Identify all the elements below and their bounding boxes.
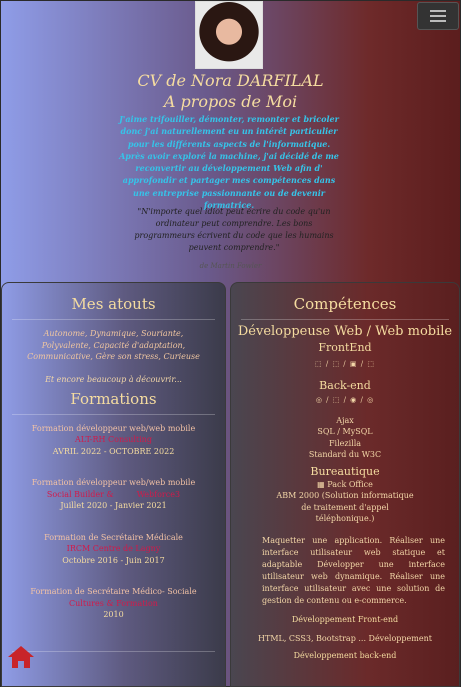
competences-title: Compétences bbox=[293, 295, 397, 313]
formation-org[interactable]: Social Builder & bbox=[47, 490, 114, 499]
formation-date: Octobre 2016 - Juin 2017 bbox=[62, 555, 165, 565]
hamburger-line bbox=[430, 15, 446, 17]
frontend-icons: ⬚ / ⬚ / ▣ / ⬚ bbox=[315, 359, 375, 368]
divider bbox=[241, 319, 449, 320]
formation-item: Formation de Secrétaire Médicale IRCM Ce… bbox=[2, 532, 225, 567]
about-text: J'aime trifouiller, démonter, remonter e… bbox=[119, 114, 339, 211]
formation-org[interactable]: ALT-RH Consulting bbox=[2, 434, 225, 446]
formation-item: Formation développeur web/web mobile ALT… bbox=[2, 423, 225, 458]
skills-block: Développeuse Web / Web mobile FrontEnd ⬚… bbox=[231, 324, 459, 525]
title-line2: A propos de Moi bbox=[163, 92, 298, 111]
backend-icons: ◎ / ⬚ / ◉ / ◎ bbox=[315, 396, 375, 404]
atouts-title: Mes atouts bbox=[71, 295, 156, 313]
quote-text: "N'importe quel idiot peut écrire du cod… bbox=[134, 207, 334, 252]
hamburger-line bbox=[430, 20, 446, 22]
formation-org-2[interactable]: Webforce3 bbox=[137, 490, 180, 499]
atouts-text: Autonome, Dynamique, Souriante, Polyvale… bbox=[27, 329, 200, 361]
formation-date: AVRIL 2022 - OCTOBRE 2022 bbox=[52, 446, 175, 456]
title-line1: CV de Nora DARFILAL bbox=[137, 71, 324, 90]
dev-title: Développeuse Web / Web mobile bbox=[237, 324, 453, 339]
profile-photo bbox=[195, 1, 263, 69]
frontend-title: FrontEnd bbox=[318, 340, 372, 354]
formation-item: Formation développeur web/web mobile Soc… bbox=[2, 477, 225, 512]
bureautique-item: ▦ Pack Office bbox=[317, 479, 373, 489]
backend-item: Filezilla bbox=[328, 438, 362, 448]
skills-description: Maquetter une application. Réaliser une … bbox=[262, 535, 445, 605]
divider bbox=[12, 319, 215, 320]
formation-title: Formation développeur web/web mobile bbox=[31, 423, 196, 433]
formation-title: Formation de Secrétaire Médico- Sociale bbox=[30, 587, 197, 596]
backend-title: Back-end bbox=[319, 379, 371, 392]
formation-title: Formation développeur web/web mobile bbox=[31, 478, 196, 487]
formations-title: Formations bbox=[70, 389, 157, 408]
formation-date: Juillet 2020 - Janvier 2021 bbox=[60, 501, 167, 510]
frontend-stack: HTML, CSS3, Bootstrap ... Développement bbox=[258, 633, 432, 643]
left-panel: Mes atouts Autonome, Dynamique, Souriant… bbox=[1, 282, 226, 687]
bureautique-item: ABM 2000 (Solution informatique de trait… bbox=[276, 491, 414, 523]
backend-dev-title: Développement back-end bbox=[293, 650, 397, 660]
formation-item: Formation de Secrétaire Médico- Sociale … bbox=[2, 586, 225, 621]
bureautique-title: Bureautique bbox=[310, 464, 380, 478]
formation-org[interactable]: Cultures & Formation bbox=[2, 598, 225, 610]
divider bbox=[12, 650, 215, 652]
formation-date: 2010 bbox=[103, 610, 124, 619]
backend-item: Standard du W3C bbox=[308, 450, 382, 459]
right-panel: Compétences Développeuse Web / Web mobil… bbox=[230, 282, 460, 687]
backend-item: Ajax bbox=[336, 415, 354, 425]
hamburger-line bbox=[430, 10, 446, 12]
quote-author: de Martin Fowler bbox=[199, 262, 262, 270]
home-icon[interactable] bbox=[7, 645, 35, 669]
page-title: CV de Nora DARFILAL A propos de Moi bbox=[0, 70, 461, 112]
menu-button[interactable] bbox=[417, 2, 459, 30]
divider bbox=[12, 413, 215, 415]
frontend-dev-title: Développement Front-end bbox=[291, 614, 399, 624]
backend-item: SQL / MySQL bbox=[317, 427, 373, 436]
formation-title: Formation de Secrétaire Médicale bbox=[44, 532, 183, 542]
formation-org[interactable]: IRCM Centre de Lagny bbox=[2, 543, 225, 555]
atouts-more: Et encore beaucoup à découvrir... bbox=[45, 374, 182, 384]
